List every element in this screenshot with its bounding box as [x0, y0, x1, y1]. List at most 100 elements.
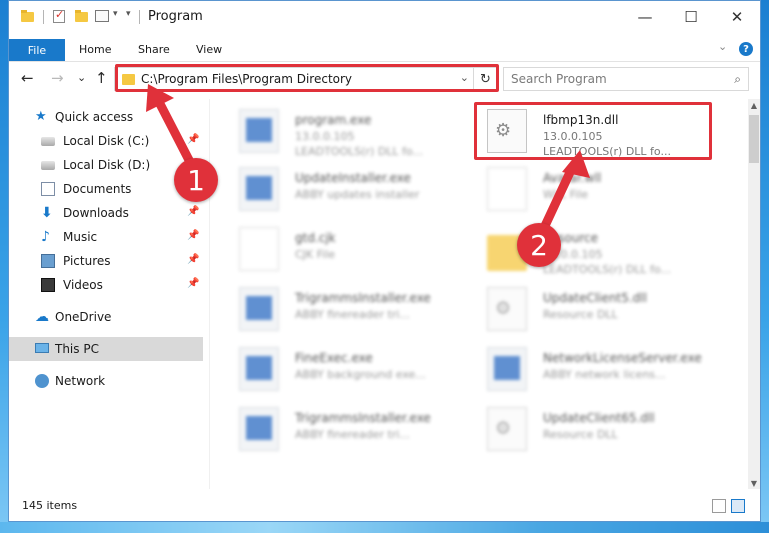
- status-bar: 145 items: [9, 493, 760, 521]
- file-item[interactable]: UpdateClient5.dll Resource DLL: [477, 281, 717, 337]
- desktop-background: [0, 522, 769, 533]
- tab-view[interactable]: View: [196, 43, 222, 56]
- file-item[interactable]: gtd.cjk CJK File: [229, 221, 469, 277]
- divider: [43, 10, 44, 24]
- expand-ribbon-icon[interactable]: ⌄: [718, 40, 727, 53]
- file-name: TrigrammsInstaller.exe: [295, 411, 431, 425]
- details-view-icon[interactable]: [712, 499, 726, 513]
- search-icon[interactable]: ⌕: [734, 72, 741, 87]
- pin-icon[interactable]: 📌: [187, 230, 199, 241]
- sidebar-item-local-disk-c[interactable]: Local Disk (C:) 📌: [9, 129, 203, 153]
- file-description: ABBY finereader tri...: [295, 428, 410, 441]
- sidebar-item-network[interactable]: Network: [9, 369, 203, 393]
- file-name: gtd.cjk: [295, 231, 336, 245]
- chevron-down-icon[interactable]: ▾: [126, 9, 131, 19]
- sidebar-item-pictures[interactable]: Pictures 📌: [9, 249, 203, 273]
- file-item[interactable]: UpdateInstaller.exe ABBY updates install…: [229, 161, 469, 217]
- callout-badge-1: 1: [174, 158, 218, 202]
- exe-icon: [239, 109, 279, 153]
- tab-file[interactable]: File: [9, 39, 65, 61]
- file-description: ABBY background exe...: [295, 368, 426, 381]
- pin-icon[interactable]: 📌: [187, 134, 199, 145]
- pin-icon[interactable]: 📌: [187, 206, 199, 217]
- network-icon: [35, 374, 49, 388]
- star-icon: ★: [35, 109, 47, 124]
- minimize-button[interactable]: —: [622, 1, 668, 33]
- forward-arrow-icon[interactable]: →: [51, 69, 64, 87]
- sidebar-item-videos[interactable]: Videos 📌: [9, 273, 203, 297]
- divider: [209, 99, 210, 489]
- dll-icon: [487, 287, 527, 331]
- sidebar-item-this-pc[interactable]: This PC: [9, 337, 203, 361]
- disk-icon: [41, 137, 55, 146]
- file-item[interactable]: Avatar.wll WLL File: [477, 161, 717, 217]
- tab-share[interactable]: Share: [138, 43, 170, 56]
- videos-icon: [41, 278, 55, 292]
- pictures-icon: [41, 254, 55, 268]
- search-input[interactable]: Search Program ⌕: [503, 67, 749, 91]
- scroll-up-icon[interactable]: ▲: [748, 99, 760, 111]
- scroll-thumb[interactable]: [749, 115, 759, 163]
- sidebar-item-downloads[interactable]: ⬇ Downloads 📌: [9, 201, 203, 225]
- sidebar-item-label: Quick access: [55, 110, 134, 124]
- up-arrow-icon[interactable]: ↑: [95, 69, 108, 87]
- tiles-view-icon[interactable]: [731, 499, 745, 513]
- file-description: ABBY updates installer: [295, 188, 420, 201]
- file-item[interactable]: FineExec.exe ABBY background exe...: [229, 341, 469, 397]
- file-name: UpdateClient65.dll: [543, 411, 655, 425]
- new-folder-icon[interactable]: [75, 10, 88, 22]
- file-name: NetworkLicenseServer.exe: [543, 351, 702, 365]
- title-bar: ▾ ▾ Program — ☐ ✕: [9, 1, 760, 33]
- file-description: ABBY finereader tri...: [295, 308, 410, 321]
- chevron-down-icon[interactable]: ▾: [113, 9, 118, 19]
- file-item[interactable]: UpdateClient65.dll Resource DLL: [477, 401, 717, 457]
- file-type: WLL File: [543, 188, 589, 201]
- address-highlight-box: [115, 64, 499, 92]
- window-title: Program: [148, 9, 203, 24]
- close-button[interactable]: ✕: [714, 1, 760, 33]
- download-icon: ⬇: [41, 205, 53, 221]
- exe-icon: [239, 347, 279, 391]
- pin-icon[interactable]: 📌: [187, 254, 199, 265]
- file-description: LEADTOOLS(r) DLL fo...: [295, 145, 423, 158]
- file-description: LEADTOOLS(r) DLL fo...: [543, 263, 671, 276]
- help-icon[interactable]: ?: [739, 42, 753, 56]
- file-name: FineExec.exe: [295, 351, 373, 365]
- exe-icon: [487, 347, 527, 391]
- callout-badge-2: 2: [517, 223, 561, 267]
- tab-home[interactable]: Home: [79, 43, 111, 56]
- file-type: Resource DLL: [543, 308, 618, 321]
- file-item[interactable]: program.exe 13.0.0.105 LEADTOOLS(r) DLL …: [229, 103, 469, 159]
- disk-icon: [41, 161, 55, 170]
- file-icon: [487, 167, 527, 211]
- search-placeholder: Search Program: [511, 72, 607, 86]
- file-highlight-box: [474, 102, 712, 160]
- file-type: CJK File: [295, 248, 336, 261]
- file-item[interactable]: TrigrammsInstaller.exe ABBY finereader t…: [229, 401, 469, 457]
- sidebar-item-label: Documents: [63, 182, 132, 196]
- sidebar-item-label: Network: [55, 374, 106, 388]
- file-item[interactable]: NetworkLicenseServer.exe ABBY network li…: [477, 341, 717, 397]
- sidebar-item-label: Local Disk (C:): [63, 134, 150, 148]
- sidebar-item-music[interactable]: ♪ Music 📌: [9, 225, 203, 249]
- file-item[interactable]: Resource 13.0.0.105 LEADTOOLS(r) DLL fo.…: [477, 221, 717, 277]
- maximize-button[interactable]: ☐: [668, 1, 714, 33]
- sidebar-item-quick-access[interactable]: ★ Quick access: [9, 105, 203, 129]
- recent-locations-icon[interactable]: ⌄: [77, 71, 86, 84]
- scroll-down-icon[interactable]: ▼: [748, 477, 760, 489]
- file-description: ABBY network licens...: [543, 368, 666, 381]
- customize-toolbar-icon[interactable]: [95, 10, 109, 22]
- documents-icon: [41, 182, 55, 196]
- sidebar-item-label: This PC: [55, 342, 99, 356]
- properties-icon[interactable]: [53, 8, 65, 23]
- folder-icon: [21, 10, 34, 22]
- sidebar-item-onedrive[interactable]: ☁ OneDrive: [9, 305, 203, 329]
- vertical-scrollbar[interactable]: ▲ ▼: [748, 99, 760, 489]
- back-arrow-icon[interactable]: ←: [21, 69, 34, 87]
- navigation-pane: ★ Quick access Local Disk (C:) 📌 Local D…: [9, 99, 209, 489]
- file-item[interactable]: TrigrammsInstaller.exe ABBY finereader t…: [229, 281, 469, 337]
- file-name: UpdateClient5.dll: [543, 291, 647, 305]
- sidebar-item-label: Downloads: [63, 206, 129, 220]
- pin-icon[interactable]: 📌: [187, 278, 199, 289]
- sidebar-item-label: Local Disk (D:): [63, 158, 151, 172]
